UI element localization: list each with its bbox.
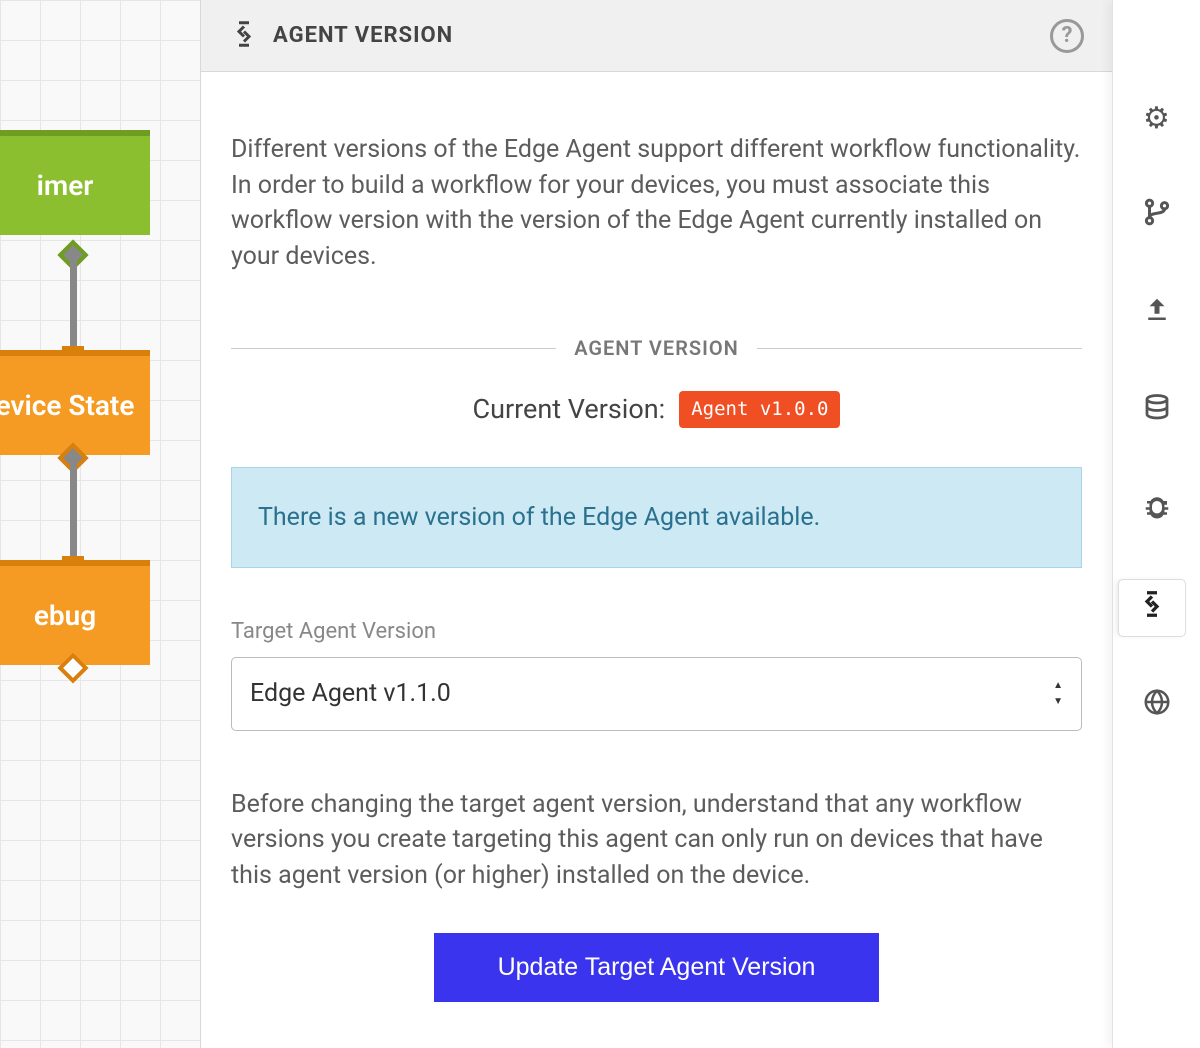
panel-body: Different versions of the Edge Agent sup… [201,72,1112,1042]
current-version-badge: Agent v1.0.0 [679,391,840,428]
target-version-note: Before changing the target agent version… [231,787,1082,894]
agent-version-icon [229,19,259,53]
chevron-updown-icon [1053,679,1063,709]
current-version-row: Current Version: Agent v1.0.0 [231,390,1082,428]
node-debug[interactable]: ebug [0,560,150,665]
globe-button[interactable] [1129,678,1185,734]
node-timer[interactable]: imer [0,130,150,235]
workflow-canvas[interactable]: imer evice State ebug [0,0,200,1048]
connector-line [70,455,77,560]
upload-icon [1142,295,1172,333]
section-label: AGENT VERSION [574,334,739,362]
target-version-label: Target Agent Version [231,616,1082,647]
bug-icon [1142,491,1172,529]
panel-header: AGENT VERSION ? [201,0,1112,72]
node-state-label: evice State [0,389,134,422]
globe-icon [1142,687,1172,725]
settings-button[interactable] [1129,90,1185,146]
section-divider: AGENT VERSION [231,334,1082,362]
help-button[interactable]: ? [1050,19,1084,53]
branch-button[interactable] [1129,188,1185,244]
connector-line [70,255,77,355]
branch-icon [1142,197,1172,235]
node-timer-label: imer [37,169,94,202]
update-target-version-button[interactable]: Update Target Agent Version [434,933,880,1002]
panel-title: AGENT VERSION [273,23,453,48]
target-version-select[interactable]: Edge Agent v1.1.0 [231,657,1082,731]
new-version-alert: There is a new version of the Edge Agent… [231,467,1082,569]
alert-text: There is a new version of the Edge Agent… [258,503,820,532]
storage-button[interactable] [1129,384,1185,440]
target-version-value: Edge Agent v1.1.0 [250,676,451,712]
agent-version-tab[interactable] [1119,580,1185,636]
node-device-state[interactable]: evice State [0,350,150,455]
upload-button[interactable] [1129,286,1185,342]
node-debug-label: ebug [34,599,96,632]
intro-text: Different versions of the Edge Agent sup… [231,132,1082,274]
debug-button[interactable] [1129,482,1185,538]
database-icon [1142,393,1172,431]
agent-version-icon [1137,589,1167,627]
current-version-label: Current Version: [473,390,666,428]
right-toolbar [1112,0,1200,1048]
agent-version-panel: AGENT VERSION ? Different versions of th… [200,0,1112,1048]
